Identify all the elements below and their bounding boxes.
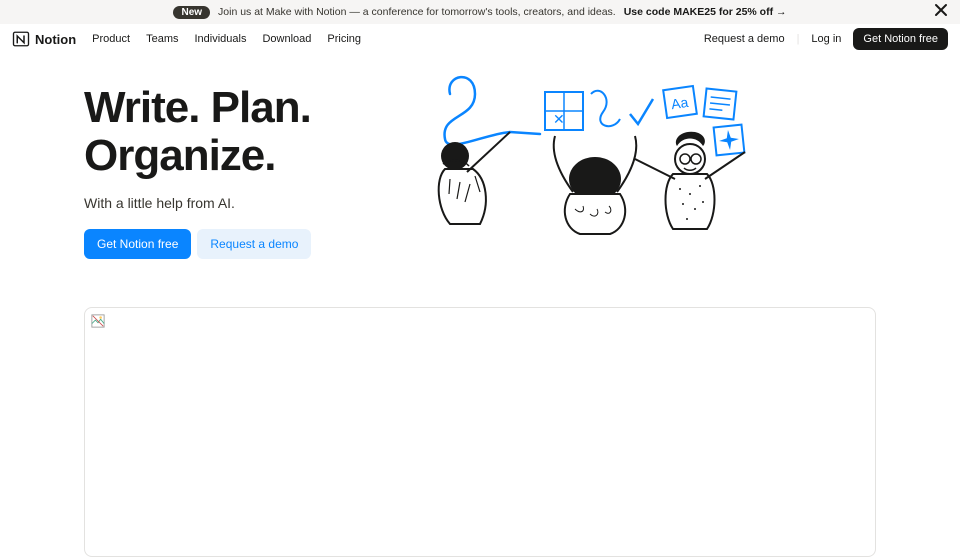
nav-product[interactable]: Product: [92, 33, 130, 45]
hero-section: Write. Plan. Organize. With a little hel…: [84, 54, 876, 259]
nav-links: Product Teams Individuals Download Prici…: [92, 33, 361, 45]
nav-right: Request a demo | Log in Get Notion free: [704, 28, 948, 50]
banner-cta-link[interactable]: Use code MAKE25 for 25% off →: [624, 6, 787, 18]
close-icon[interactable]: [934, 3, 948, 21]
svg-text:✕: ✕: [553, 111, 565, 127]
nav-request-demo[interactable]: Request a demo: [704, 33, 785, 45]
content-preview-frame: [84, 307, 876, 557]
hero-title-line1: Write. Plan.: [84, 83, 311, 132]
nav-individuals[interactable]: Individuals: [194, 33, 246, 45]
hero-illustration: ✕ Aa: [394, 64, 876, 244]
hero-subtitle: With a little help from AI.: [84, 195, 394, 211]
hero-title: Write. Plan. Organize.: [84, 84, 394, 181]
notion-logo-icon: [12, 30, 30, 48]
nav-get-free-button[interactable]: Get Notion free: [853, 28, 948, 50]
hero-title-line2: Organize.: [84, 131, 276, 180]
main-nav: Notion Product Teams Individuals Downloa…: [0, 24, 960, 54]
hero-illustration-wrap: ✕ Aa: [394, 64, 876, 259]
broken-image-icon: [91, 314, 105, 328]
announcement-banner: New Join us at Make with Notion — a conf…: [0, 0, 960, 24]
person-3-illustration: [635, 132, 745, 229]
person-1-illustration: [439, 132, 510, 224]
nav-login[interactable]: Log in: [811, 33, 841, 45]
banner-text: Join us at Make with Notion — a conferen…: [218, 6, 616, 18]
person-2-illustration: [554, 136, 637, 234]
hero-content: Write. Plan. Organize. With a little hel…: [84, 64, 394, 259]
hero-buttons: Get Notion free Request a demo: [84, 229, 394, 259]
nav-download[interactable]: Download: [262, 33, 311, 45]
nav-divider: |: [797, 33, 800, 45]
logo-text: Notion: [35, 32, 76, 47]
svg-text:Aa: Aa: [670, 94, 689, 112]
banner-pill: New: [173, 6, 210, 19]
get-notion-free-button[interactable]: Get Notion free: [84, 229, 191, 259]
nav-teams[interactable]: Teams: [146, 33, 178, 45]
request-demo-button[interactable]: Request a demo: [197, 229, 311, 259]
logo[interactable]: Notion: [12, 30, 76, 48]
nav-pricing[interactable]: Pricing: [327, 33, 361, 45]
